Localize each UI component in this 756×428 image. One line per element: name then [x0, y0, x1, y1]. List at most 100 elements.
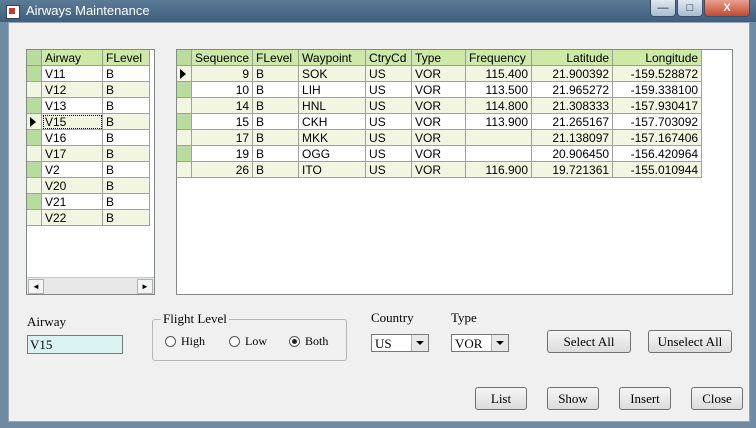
cell-airway[interactable]: V15 [41, 113, 103, 130]
cell-ctry[interactable]: US [365, 129, 413, 146]
cell-frequency[interactable]: 115.400 [465, 65, 533, 82]
table-row[interactable]: 14 B HNL US VOR 114.800 21.308333 -157.930417 [177, 97, 703, 114]
table-row[interactable]: V13 B [27, 97, 150, 114]
list-button[interactable]: List [475, 387, 527, 410]
unselect-all-button[interactable]: Unselect All [648, 330, 732, 353]
insert-button[interactable]: Insert [619, 387, 671, 410]
column-header-latitude[interactable]: Latitude [531, 50, 614, 66]
table-row[interactable]: 19 B OGG US VOR 20.906450 -156.420964 [177, 145, 703, 162]
table-row[interactable]: 26 B ITO US VOR 116.900 19.721361 -155.010944 [177, 161, 703, 178]
table-row[interactable]: V17 B [27, 145, 150, 162]
cell-frequency[interactable]: 116.900 [465, 161, 533, 178]
cell-waypoint[interactable]: MKK [298, 129, 367, 146]
cell-ctry[interactable]: US [365, 97, 413, 114]
row-header[interactable] [177, 129, 192, 146]
cell-flevel[interactable]: B [252, 81, 300, 98]
column-header-frequency[interactable]: Frequency [465, 50, 533, 66]
cell-sequence[interactable]: 26 [191, 161, 254, 178]
cell-ctry[interactable]: US [365, 113, 413, 130]
cell-frequency[interactable]: 113.500 [465, 81, 533, 98]
table-row[interactable]: V12 B [27, 81, 150, 98]
chevron-down-icon[interactable] [491, 335, 508, 351]
airway-input[interactable]: V15 [27, 335, 123, 354]
cell-sequence[interactable]: 17 [191, 129, 254, 146]
radio-high[interactable]: High [165, 334, 205, 349]
airway-grid-hscrollbar[interactable]: ◄ ► [27, 277, 154, 294]
cell-waypoint[interactable]: SOK [298, 65, 367, 82]
airway-grid[interactable]: Airway FLevel V11 B V12 B V13 B V15 B V16 B V17 B V2… [26, 49, 155, 295]
row-header[interactable] [177, 161, 192, 178]
table-row[interactable]: 15 B CKH US VOR 113.900 21.265167 -157.703092 [177, 113, 703, 130]
cell-airway[interactable]: V12 [41, 81, 103, 98]
table-row[interactable]: V11 B [27, 65, 150, 82]
table-row[interactable]: V2 B [27, 161, 150, 178]
row-header[interactable] [27, 177, 42, 194]
show-button[interactable]: Show [547, 387, 599, 410]
minimize-button[interactable]: — [650, 0, 676, 17]
cell-airway[interactable]: V13 [41, 97, 103, 114]
radio-both[interactable]: Both [289, 334, 328, 349]
cell-sequence[interactable]: 10 [191, 81, 254, 98]
cell-latitude[interactable]: 21.965272 [531, 81, 614, 98]
column-header-sequence[interactable]: Sequence [191, 50, 254, 66]
cell-airway[interactable]: V17 [41, 145, 103, 162]
cell-ctry[interactable]: US [365, 145, 413, 162]
cell-latitude[interactable]: 20.906450 [531, 145, 614, 162]
cell-flevel[interactable]: B [102, 145, 150, 162]
table-row[interactable]: V22 B [27, 209, 150, 226]
cell-flevel[interactable]: B [252, 65, 300, 82]
cell-flevel[interactable]: B [102, 177, 150, 194]
cell-flevel[interactable]: B [102, 129, 150, 146]
cell-flevel[interactable]: B [102, 81, 150, 98]
radio-high-indicator[interactable] [165, 336, 176, 347]
cell-flevel[interactable]: B [102, 65, 150, 82]
cell-longitude[interactable]: -159.528872 [612, 65, 703, 82]
row-header[interactable] [27, 193, 42, 210]
cell-flevel[interactable]: B [102, 113, 150, 130]
column-header-flevel[interactable]: FLevel [102, 50, 150, 66]
column-header-type[interactable]: Type [411, 50, 467, 66]
cell-flevel[interactable]: B [102, 161, 150, 178]
column-header-flevel[interactable]: FLevel [252, 50, 300, 66]
country-select[interactable]: US [371, 334, 429, 352]
cell-type[interactable]: VOR [411, 161, 467, 178]
table-row[interactable]: 9 B SOK US VOR 115.400 21.900392 -159.528872 [177, 65, 703, 82]
cell-flevel[interactable]: B [102, 209, 150, 226]
row-header[interactable] [27, 113, 42, 130]
cell-longitude[interactable]: -159.338100 [612, 81, 703, 98]
cell-airway[interactable]: V20 [41, 177, 103, 194]
cell-latitude[interactable]: 21.138097 [531, 129, 614, 146]
cell-frequency[interactable] [465, 145, 533, 162]
column-header-airway[interactable]: Airway [41, 50, 103, 66]
cell-airway[interactable]: V2 [41, 161, 103, 178]
row-header[interactable] [27, 97, 42, 114]
row-header[interactable] [27, 145, 42, 162]
cell-frequency[interactable]: 114.800 [465, 97, 533, 114]
cell-flevel[interactable]: B [252, 145, 300, 162]
cell-ctry[interactable]: US [365, 65, 413, 82]
cell-waypoint[interactable]: HNL [298, 97, 367, 114]
chevron-down-icon[interactable] [411, 335, 428, 351]
row-header[interactable] [177, 65, 192, 82]
cell-latitude[interactable]: 19.721361 [531, 161, 614, 178]
cell-flevel[interactable]: B [252, 113, 300, 130]
row-header[interactable] [177, 113, 192, 130]
cell-ctry[interactable]: US [365, 161, 413, 178]
cell-sequence[interactable]: 14 [191, 97, 254, 114]
cell-waypoint[interactable]: ITO [298, 161, 367, 178]
cell-ctry[interactable]: US [365, 81, 413, 98]
cell-type[interactable]: VOR [411, 97, 467, 114]
cell-latitude[interactable]: 21.308333 [531, 97, 614, 114]
table-row[interactable]: V15 B [27, 113, 150, 130]
column-header-waypoint[interactable]: Waypoint [298, 50, 367, 66]
row-header[interactable] [177, 97, 192, 114]
cell-flevel[interactable]: B [102, 97, 150, 114]
row-header[interactable] [27, 65, 42, 82]
cell-type[interactable]: VOR [411, 129, 467, 146]
cell-longitude[interactable]: -157.930417 [612, 97, 703, 114]
close-button[interactable]: Close [691, 387, 743, 410]
cell-type[interactable]: VOR [411, 65, 467, 82]
cell-sequence[interactable]: 19 [191, 145, 254, 162]
cell-frequency[interactable] [465, 129, 533, 146]
cell-waypoint[interactable]: CKH [298, 113, 367, 130]
